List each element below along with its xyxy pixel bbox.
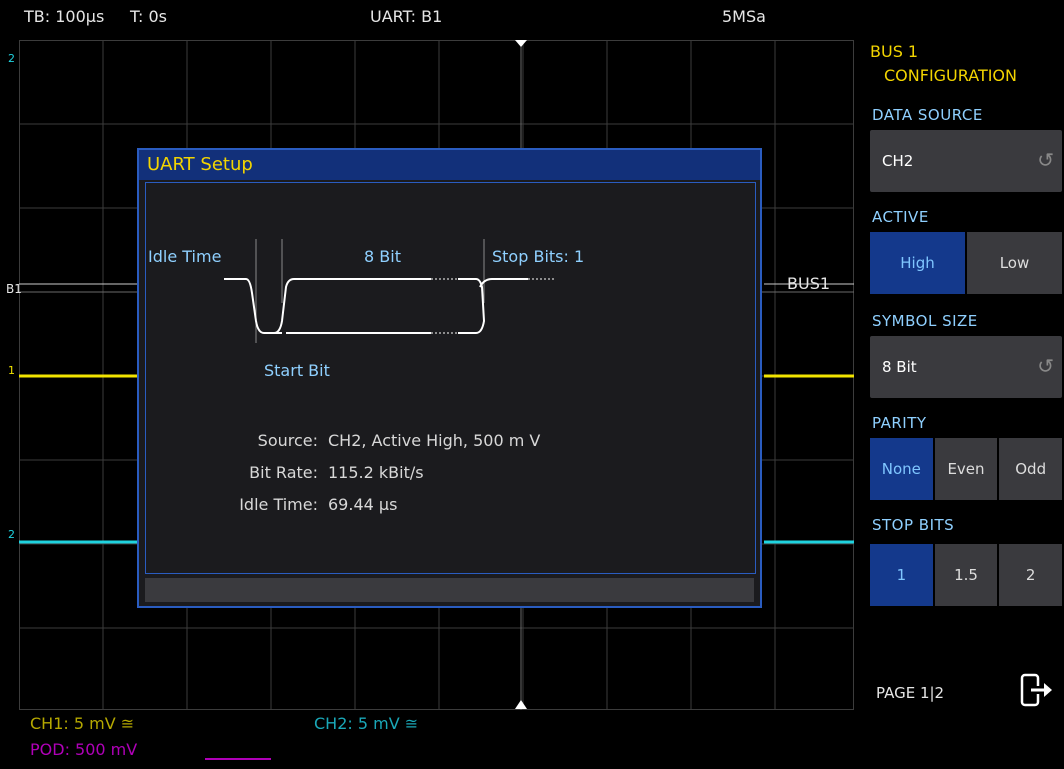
stop-bits-label: Stop Bits: 1: [492, 247, 585, 266]
data-source-selector[interactable]: CH2 ↺: [870, 130, 1062, 192]
active-low-option[interactable]: Low: [967, 232, 1062, 294]
bus-config-menu: BUS 1 CONFIGURATION DATA SOURCE CH2 ↺ AC…: [858, 0, 1064, 769]
symbol-size-heading: SYMBOL SIZE: [872, 312, 978, 330]
stop-bits-1-5-option[interactable]: 1.5: [934, 544, 998, 606]
pod-indicator-line: [205, 758, 271, 760]
bus-label: BUS1: [787, 274, 831, 293]
info-bitrate-value: 115.2 kBit/s: [328, 463, 424, 482]
ch1-position-marker[interactable]: 1: [8, 364, 15, 377]
stop-bits-toggle[interactable]: 1 1.5 2: [870, 544, 1063, 606]
uart-setup-dialog: UART Setup Idle Time 8 Bit Stop Bits: 1 …: [137, 148, 762, 608]
symbol-size-value: 8 Bit: [882, 358, 917, 376]
dialog-footer: [145, 578, 754, 602]
info-source-row: Source: CH2, Active High, 500 m V: [148, 431, 541, 450]
info-idle-key: Idle Time:: [239, 495, 318, 514]
parity-heading: PARITY: [872, 414, 927, 432]
parity-even-option[interactable]: Even: [934, 438, 998, 500]
dialog-body: Idle Time 8 Bit Stop Bits: 1 Start Bit S…: [145, 182, 756, 574]
start-bit-label: Start Bit: [264, 361, 330, 380]
symbol-size-selector[interactable]: 8 Bit ↺: [870, 336, 1062, 398]
sample-rate-readout: 5MSa: [722, 7, 766, 26]
stop-bits-1-option[interactable]: 1: [870, 544, 933, 606]
bus-position-marker[interactable]: B1: [6, 282, 22, 296]
trigger-time-readout[interactable]: T: 0s: [130, 7, 167, 26]
info-source-key: Source:: [257, 431, 318, 450]
info-bitrate-row: Bit Rate: 115.2 kBit/s: [148, 463, 424, 482]
ch1-scale[interactable]: CH1: 5 mV ≅: [30, 714, 134, 733]
stop-bits-heading: STOP BITS: [872, 516, 955, 534]
ch2-position-marker[interactable]: 2: [8, 52, 15, 65]
pod-scale[interactable]: POD: 500 mV: [30, 740, 137, 759]
page-indicator[interactable]: PAGE 1|2: [876, 684, 944, 702]
rotary-knob-icon: ↺: [1037, 148, 1054, 172]
active-toggle[interactable]: High Low: [870, 232, 1062, 294]
parity-none-option[interactable]: None: [870, 438, 933, 500]
ch2-scale[interactable]: CH2: 5 mV ≅: [314, 714, 418, 733]
active-heading: ACTIVE: [872, 208, 929, 226]
protocol-readout[interactable]: UART: B1: [370, 7, 442, 26]
info-idle-row: Idle Time: 69.44 µs: [148, 495, 397, 514]
exit-arrow-icon[interactable]: [1018, 672, 1054, 708]
idle-time-label: Idle Time: [148, 247, 222, 266]
info-idle-value: 69.44 µs: [328, 495, 398, 514]
data-source-value: CH2: [882, 152, 914, 170]
ch2-offset-marker[interactable]: 2: [8, 528, 15, 541]
status-bar: TB: 100µs T: 0s UART: B1 5MSa: [0, 0, 858, 38]
data-source-heading: DATA SOURCE: [872, 106, 983, 124]
rotary-knob-icon: ↺: [1037, 354, 1054, 378]
menu-title-line2: CONFIGURATION: [884, 66, 1017, 85]
dialog-title: UART Setup: [139, 150, 760, 180]
stop-bits-2-option[interactable]: 2: [999, 544, 1063, 606]
parity-odd-option[interactable]: Odd: [999, 438, 1063, 500]
data-bits-label: 8 Bit: [364, 247, 401, 266]
active-high-option[interactable]: High: [870, 232, 965, 294]
uart-frame-diagram: [224, 239, 556, 343]
info-bitrate-key: Bit Rate:: [249, 463, 318, 482]
info-source-value: CH2, Active High, 500 m V: [328, 431, 541, 450]
parity-toggle[interactable]: None Even Odd: [870, 438, 1063, 500]
menu-title-line1: BUS 1: [870, 42, 919, 61]
timebase-readout[interactable]: TB: 100µs: [24, 7, 104, 26]
